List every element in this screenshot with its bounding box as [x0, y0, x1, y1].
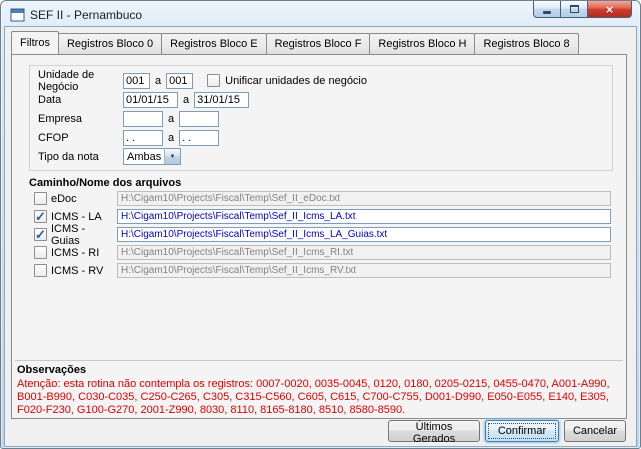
- range-separator: a: [168, 131, 175, 144]
- icms-rv-label: ICMS - RV: [51, 264, 104, 277]
- icms-rv-checkbox[interactable]: [34, 264, 47, 277]
- tab-registros-bloco-e[interactable]: Registros Bloco E: [161, 33, 267, 54]
- chevron-down-icon: ▼: [164, 149, 180, 164]
- icms-la-path-field[interactable]: H:\Cigam10\Projects\Fiscal\Temp\Sef_II_I…: [117, 209, 611, 224]
- range-separator: a: [168, 112, 175, 125]
- tab-filtros[interactable]: Filtros: [11, 31, 59, 54]
- data-row: Data 01/01/15 a 31/01/15: [38, 91, 612, 108]
- minimize-button[interactable]: [533, 1, 561, 18]
- cfop-label: CFOP: [38, 131, 69, 144]
- unidade-row: Unidade de Negócio 001 a 001 Unificar un…: [38, 69, 612, 93]
- icms-guias-checkbox[interactable]: [34, 227, 47, 243]
- tipo-nota-value: Ambas: [127, 150, 162, 163]
- file-row-edoc: eDoc H:\Cigam10\Projects\Fiscal\Temp\Sef…: [34, 191, 611, 206]
- close-button[interactable]: ×: [588, 1, 632, 18]
- cancelar-button[interactable]: Cancelar: [564, 420, 626, 442]
- data-label: Data: [38, 93, 62, 106]
- close-icon: ×: [605, 1, 614, 17]
- observacoes-warning: Atenção: esta rotina não contempla os re…: [17, 378, 610, 416]
- maximize-button[interactable]: [561, 1, 588, 18]
- tab-strip: Filtros Registros Bloco 0 Registros Bloc…: [11, 31, 579, 54]
- empresa-from-input[interactable]: [123, 110, 163, 127]
- cfop-to-input[interactable]: . .: [179, 129, 220, 146]
- icms-guias-path-field[interactable]: H:\Cigam10\Projects\Fiscal\Temp\Sef_II_I…: [117, 227, 611, 242]
- app-window: SEF II - Pernambuco × Filtros Registros …: [0, 0, 641, 449]
- confirmar-button[interactable]: Confirmar: [485, 420, 559, 442]
- tab-registros-bloco-0[interactable]: Registros Bloco 0: [57, 33, 163, 54]
- icms-la-label: ICMS - LA: [51, 210, 102, 223]
- observacoes-title: Observações: [17, 364, 87, 376]
- dialog-body: Filtros Registros Bloco 0 Registros Bloc…: [4, 26, 637, 447]
- range-separator: a: [183, 93, 190, 106]
- empresa-row: Empresa a: [38, 110, 612, 127]
- edoc-label: eDoc: [51, 192, 77, 205]
- edoc-checkbox[interactable]: [34, 192, 47, 205]
- empresa-to-input[interactable]: [179, 110, 220, 127]
- ultimos-gerados-button[interactable]: Últimos Gerados: [388, 420, 480, 445]
- unidade-from-input[interactable]: 001: [123, 72, 150, 89]
- tipo-nota-combobox[interactable]: Ambas ▼: [123, 148, 181, 165]
- tipo-nota-row: Tipo da nota Ambas ▼: [38, 148, 612, 165]
- edoc-path-field: H:\Cigam10\Projects\Fiscal\Temp\Sef_II_e…: [117, 191, 611, 206]
- icms-guias-label: ICMS - Guias: [51, 222, 86, 247]
- icms-ri-label: ICMS - RI: [51, 246, 100, 259]
- file-row-icms-la: ICMS - LA H:\Cigam10\Projects\Fiscal\Tem…: [34, 209, 611, 225]
- tab-registros-bloco-h[interactable]: Registros Bloco H: [369, 33, 476, 54]
- files-section-title: Caminho/Nome dos arquivos: [29, 177, 182, 189]
- range-separator: a: [155, 74, 162, 87]
- icms-ri-checkbox[interactable]: [34, 246, 47, 259]
- cfop-row: CFOP . . a . .: [38, 129, 612, 146]
- caption-buttons: ×: [533, 1, 632, 18]
- cfop-from-input[interactable]: . .: [123, 129, 163, 146]
- minimize-icon: [543, 10, 551, 14]
- tipo-nota-label: Tipo da nota: [38, 150, 99, 163]
- observacoes-separator: [15, 360, 623, 361]
- tab-page-filtros: Unidade de Negócio 001 a 001 Unificar un…: [11, 54, 627, 419]
- footer-buttons: Últimos Gerados Confirmar Cancelar: [388, 420, 626, 445]
- unificar-label: Unificar unidades de negócio: [225, 74, 367, 87]
- data-from-input[interactable]: 01/01/15: [123, 91, 178, 108]
- filters-group: Unidade de Negócio 001 a 001 Unificar un…: [29, 65, 613, 171]
- icms-rv-path-field: H:\Cigam10\Projects\Fiscal\Temp\Sef_II_I…: [117, 263, 611, 278]
- file-row-icms-guias: ICMS - Guias H:\Cigam10\Projects\Fiscal\…: [34, 223, 611, 247]
- icms-ri-path-field: H:\Cigam10\Projects\Fiscal\Temp\Sef_II_I…: [117, 245, 611, 260]
- window-icon: [10, 8, 25, 22]
- tab-registros-bloco-f[interactable]: Registros Bloco F: [265, 33, 371, 54]
- icms-la-checkbox[interactable]: [34, 209, 47, 225]
- window-title: SEF II - Pernambuco: [30, 7, 143, 22]
- unidade-to-input[interactable]: 001: [166, 72, 194, 89]
- file-row-icms-rv: ICMS - RV H:\Cigam10\Projects\Fiscal\Tem…: [34, 263, 611, 278]
- tab-registros-bloco-8[interactable]: Registros Bloco 8: [474, 33, 579, 54]
- unidade-label: Unidade de Negócio: [38, 68, 95, 93]
- files-rows: eDoc H:\Cigam10\Projects\Fiscal\Temp\Sef…: [34, 191, 611, 278]
- empresa-label: Empresa: [38, 112, 83, 125]
- maximize-icon: [569, 5, 579, 13]
- data-to-input[interactable]: 31/01/15: [194, 91, 250, 108]
- unificar-checkbox[interactable]: [207, 74, 221, 87]
- file-row-icms-ri: ICMS - RI H:\Cigam10\Projects\Fiscal\Tem…: [34, 245, 611, 260]
